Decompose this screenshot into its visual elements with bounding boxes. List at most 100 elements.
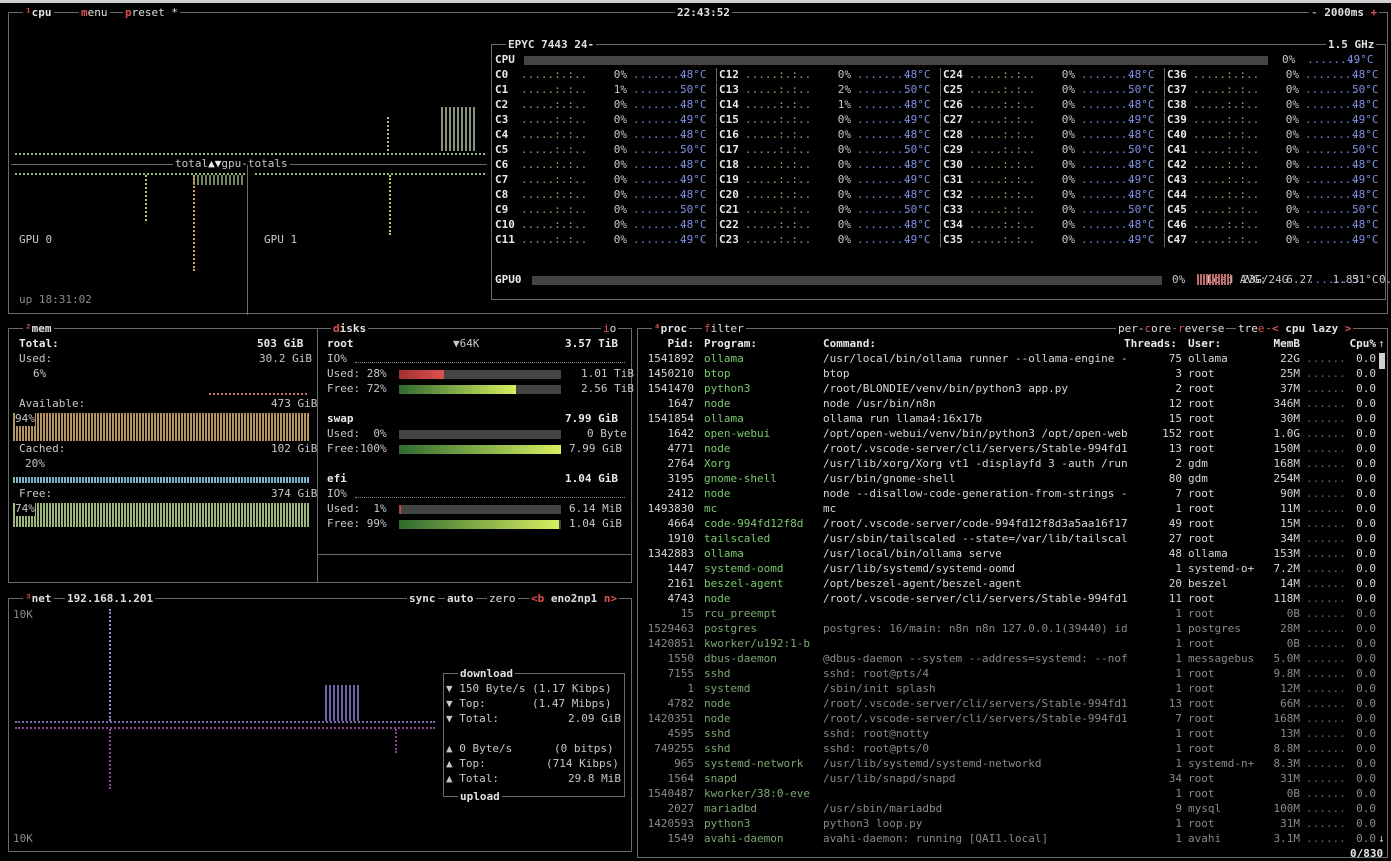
- sort-selector[interactable]: < cpu lazy >: [1270, 321, 1354, 336]
- table-row[interactable]: 1 systemd/sbin/init splash 1 root 12M.......…: [638, 681, 1378, 696]
- per-core-toggle[interactable]: per-core: [1116, 321, 1173, 336]
- core-row: C15.....:.:.. 0%........ 49°C: [719, 112, 931, 127]
- core-pct: 0%: [1061, 158, 1075, 171]
- table-row[interactable]: 4743 node/root/.vscode-server/cli/servers…: [638, 591, 1378, 606]
- table-row[interactable]: 1420593 python3 python3 loop.py 1 root 31M...…: [638, 816, 1378, 831]
- cpu-panel-title[interactable]: ¹cpu: [23, 5, 54, 20]
- core-column-separator: [1164, 128, 1165, 142]
- table-row[interactable]: 1493830 mc mc 1 root 11M........ 0.0: [638, 501, 1378, 516]
- table-row[interactable]: 1450210 btop btop 3 root 25M........ 0.0: [638, 366, 1378, 381]
- proc-cpu: 0.0: [1356, 532, 1376, 545]
- table-row[interactable]: 965 systemd-network/usr/lib/systemd/syste…: [638, 756, 1378, 771]
- proc-user: root: [1188, 517, 1215, 530]
- table-row[interactable]: 1550 dbus-daemon @dbus-daemon --system --a…: [638, 651, 1378, 666]
- disk-swap-used-bar: [399, 430, 561, 439]
- gpu-mem-bar: [1197, 274, 1231, 285]
- proc-mem: 13M: [1280, 727, 1300, 740]
- col-command[interactable]: Command:: [823, 336, 876, 351]
- proc-cpu: 0.0: [1356, 667, 1376, 680]
- table-row[interactable]: 2764 Xorg/usr/lib/xorg/Xorg vt1 -displayf…: [638, 456, 1378, 471]
- table-row[interactable]: 1540487 kworker/38:0-eve 1 root 0B........ 0.…: [638, 786, 1378, 801]
- net-sync-toggle[interactable]: sync: [407, 591, 438, 606]
- col-pid[interactable]: Pid:: [638, 336, 695, 351]
- core-name: C30: [943, 158, 963, 171]
- disks-panel-title[interactable]: disks: [331, 321, 369, 336]
- table-row[interactable]: 1529463 postgres postgres: 16/main: n8n n8…: [638, 621, 1378, 636]
- core-graph: .....:.:..: [969, 188, 1049, 201]
- net-zero-toggle[interactable]: zero: [487, 591, 518, 606]
- core-temp-graph: ........: [857, 203, 910, 216]
- table-row[interactable]: 4664 code-994fd12f8d/root/.vscode-server/…: [638, 516, 1378, 531]
- core-temp: 50°C: [1352, 203, 1379, 216]
- table-row[interactable]: 1541854 ollama ollama run llama4:16x17b 15 r…: [638, 411, 1378, 426]
- table-row[interactable]: 1910 tailscaled/usr/sbin/tailscaled --sta…: [638, 531, 1378, 546]
- core-pct: 0%: [1061, 113, 1075, 126]
- proc-cpu: 0.0: [1356, 382, 1376, 395]
- proc-cpu-graph: ........: [1306, 412, 1344, 425]
- table-row[interactable]: 1564 snapd/usr/lib/snapd/snapd 34 root 31M..…: [638, 771, 1378, 786]
- core-column-separator: [940, 98, 941, 112]
- preset-button[interactable]: preset *: [123, 5, 180, 20]
- core-name: C46: [1167, 218, 1187, 231]
- interval-decrease[interactable]: -: [1311, 6, 1318, 19]
- table-row[interactable]: 7155 sshd sshd: root@pts/4 1 root 9.8M.......…: [638, 666, 1378, 681]
- core-row: C13.....:.:.. 2%........ 50°C: [719, 82, 931, 97]
- net-panel-title[interactable]: ³net: [23, 591, 54, 606]
- scroll-down-icon[interactable]: ↓: [1378, 831, 1385, 846]
- reverse-toggle[interactable]: reverse: [1176, 321, 1227, 336]
- table-row[interactable]: 749255 sshd sshd: root@pts/0 1 root 8.8M.....…: [638, 741, 1378, 756]
- col-cpu[interactable]: Cpu%: [1344, 336, 1377, 351]
- upload-top: ▲ Top: (714 Kibps): [446, 757, 619, 770]
- table-row[interactable]: 1642 open-webui/opt/open-webui/venv/bin/p…: [638, 426, 1378, 441]
- table-row[interactable]: 1647 node node /usr/bin/n8n 12 root 346M.....…: [638, 396, 1378, 411]
- net-auto-toggle[interactable]: auto: [445, 591, 476, 606]
- table-row[interactable]: 1447 systemd-oomd/usr/lib/systemd/systemd…: [638, 561, 1378, 576]
- proc-user: systemd-n+: [1188, 757, 1255, 770]
- proc-cpu: 0.0: [1356, 517, 1376, 530]
- core-name: C7: [495, 173, 509, 186]
- interval-increase[interactable]: +: [1371, 6, 1378, 19]
- table-row[interactable]: 1342883 ollama/usr/local/bin/ollama serve…: [638, 546, 1378, 561]
- net-interface-select[interactable]: <b eno2np1 n>: [529, 591, 620, 606]
- core-column-separator: [1164, 83, 1165, 97]
- io-toggle[interactable]: io: [601, 321, 619, 336]
- table-row[interactable]: 2412 node node --disallow-code-generation-…: [638, 486, 1378, 501]
- table-row[interactable]: 2027 mariadbd/usr/sbin/mariadbd 9 mysql 100M…: [638, 801, 1378, 816]
- table-row[interactable]: 1541892 ollama/usr/local/bin/ollama runne…: [638, 351, 1378, 366]
- core-temp: 48°C: [680, 98, 707, 111]
- table-row[interactable]: 15 rcu_preempt 1 root 0B........ 0.0: [638, 606, 1378, 621]
- table-row[interactable]: 4595 sshd sshd: root@notty 1 root 13M........…: [638, 726, 1378, 741]
- cpu-frequency: 1.5 GHz: [1326, 37, 1377, 52]
- proc-panel-title[interactable]: ⁴proc: [652, 321, 690, 336]
- col-user[interactable]: User:: [1188, 336, 1221, 351]
- proc-filter[interactable]: filter: [702, 321, 746, 336]
- core-name: C34: [943, 218, 963, 231]
- core-pct: 0%: [613, 128, 627, 141]
- proc-threads: 1: [1175, 682, 1182, 695]
- disk-efi-used-label: Used: 1%: [327, 502, 387, 515]
- table-row[interactable]: 4771 node/root/.vscode-server/cli/servers…: [638, 441, 1378, 456]
- col-mem[interactable]: MemB: [1268, 336, 1301, 351]
- proc-threads: 1: [1175, 622, 1182, 635]
- tree-toggle[interactable]: tree: [1236, 321, 1267, 336]
- mem-panel-title[interactable]: ²mem: [23, 321, 54, 336]
- col-threads[interactable]: Threads:: [1124, 336, 1177, 351]
- proc-scrollbar[interactable]: [1379, 353, 1385, 369]
- interval-control[interactable]: - 2000ms +: [1309, 5, 1380, 20]
- table-row[interactable]: 1420851 kworker/u192:1-b 1 root 0B........ 0.…: [638, 636, 1378, 651]
- graph-total-label[interactable]: total▲▼gpu-totals: [173, 156, 290, 171]
- table-row[interactable]: 3195 gnome-shell/usr/bin/gnome-shell 80 gdm…: [638, 471, 1378, 486]
- proc-threads: 2: [1175, 382, 1182, 395]
- core-name: C25: [943, 83, 963, 96]
- table-row[interactable]: 2161 beszel-agent/opt/beszel-agent/beszel…: [638, 576, 1378, 591]
- table-row[interactable]: 4782 node/root/.vscode-server/cli/servers…: [638, 696, 1378, 711]
- col-program[interactable]: Program:: [704, 336, 757, 351]
- table-row[interactable]: 1420351 node/root/.vscode-server/cli/serv…: [638, 711, 1378, 726]
- table-row[interactable]: 1541470 python3/root/BLONDIE/venv/bin/pyt…: [638, 381, 1378, 396]
- core-column-separator: [716, 173, 717, 187]
- menu-button[interactable]: menu: [79, 5, 110, 20]
- core-temp-graph: ........: [1305, 68, 1358, 81]
- table-row[interactable]: 1549 avahi-daemon avahi-daemon: running [Q…: [638, 831, 1378, 846]
- scroll-up-icon[interactable]: ↑: [1378, 336, 1385, 351]
- core-graph: .....:.:..: [1193, 98, 1273, 111]
